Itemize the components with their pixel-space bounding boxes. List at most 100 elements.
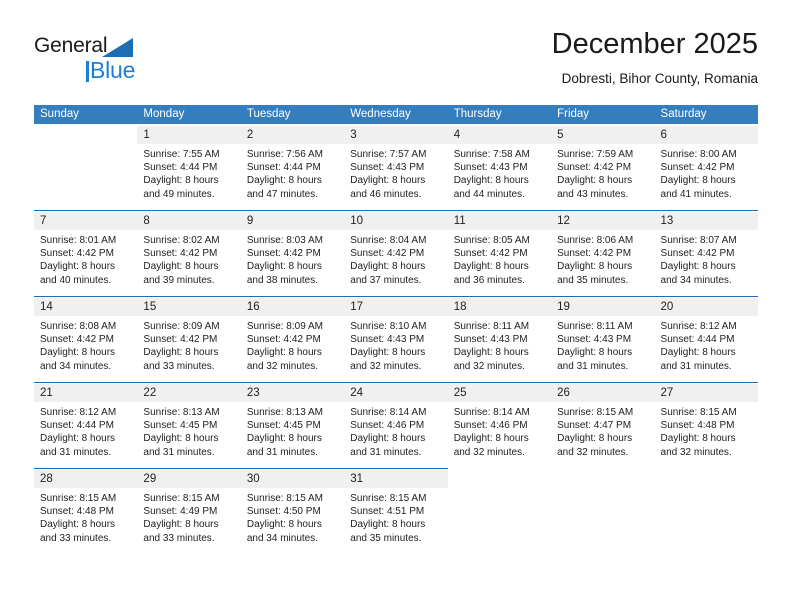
week-rule: [240, 382, 345, 383]
day-cell[interactable]: Sunrise: 8:02 AM Sunset: 4:42 PM Daylight:…: [137, 230, 240, 296]
day-number-row: 21 22 23 24 25 26 27: [34, 384, 758, 402]
day-cell[interactable]: Sunrise: 8:10 AM Sunset: 4:43 PM Daylight:…: [344, 316, 447, 382]
week-rule: [655, 124, 758, 125]
day-number[interactable]: 10: [344, 212, 448, 230]
day-number[interactable]: 11: [447, 212, 552, 230]
day-detail-line: Sunrise: 8:15 AM: [40, 493, 117, 504]
day-cell[interactable]: Sunrise: 8:14 AM Sunset: 4:46 PM Daylight:…: [344, 402, 447, 468]
day-detail-line: Daylight: 8 hours: [40, 519, 116, 531]
day-cell[interactable]: Sunrise: 8:15 AM Sunset: 4:51 PM Daylight:…: [344, 488, 447, 554]
day-cell[interactable]: Sunrise: 7:58 AM Sunset: 4:43 PM Daylight:…: [448, 144, 551, 210]
day-cell[interactable]: Sunrise: 8:15 AM Sunset: 4:49 PM Daylight:…: [137, 488, 240, 554]
day-number[interactable]: 16: [240, 298, 345, 316]
day-cell[interactable]: Sunrise: 8:09 AM Sunset: 4:42 PM Daylight:…: [137, 316, 240, 382]
day-cell[interactable]: Sunrise: 8:12 AM Sunset: 4:44 PM Daylight:…: [655, 316, 758, 382]
day-number[interactable]: 31: [344, 470, 448, 488]
day-cell[interactable]: Sunrise: 7:59 AM Sunset: 4:42 PM Daylight:…: [551, 144, 654, 210]
day-number[interactable]: 3: [344, 126, 448, 144]
day-number[interactable]: 6: [654, 126, 758, 144]
day-number[interactable]: 14: [34, 298, 138, 316]
day-number[interactable]: 8: [137, 212, 241, 230]
day-detail-line: and 34 minutes.: [246, 532, 319, 544]
day-detail-line: Sunset: 4:44 PM: [246, 162, 321, 174]
day-number[interactable]: 5: [551, 126, 655, 144]
day-cell[interactable]: Sunrise: 7:55 AM Sunset: 4:44 PM Daylight:…: [137, 144, 240, 210]
day-cell[interactable]: Sunrise: 8:11 AM Sunset: 4:43 PM Daylight:…: [551, 316, 654, 382]
day-detail-line: and 38 minutes.: [246, 274, 319, 286]
week-rule: [344, 468, 448, 469]
day-detail-line: Sunset: 4:43 PM: [453, 334, 528, 346]
page-title: December 2025: [551, 28, 758, 60]
day-number[interactable]: 28: [34, 470, 138, 488]
day-cell[interactable]: Sunrise: 8:05 AM Sunset: 4:42 PM Daylight:…: [448, 230, 551, 296]
day-cell[interactable]: Sunrise: 8:12 AM Sunset: 4:44 PM Daylight:…: [34, 402, 137, 468]
day-detail-line: and 34 minutes.: [40, 360, 112, 372]
day-cell[interactable]: Sunrise: 8:06 AM Sunset: 4:42 PM Daylight:…: [551, 230, 654, 296]
day-number[interactable]: 17: [344, 298, 448, 316]
day-detail-line: Sunrise: 7:58 AM: [453, 149, 530, 160]
day-detail-line: and 44 minutes.: [453, 188, 525, 200]
day-detail-line: Sunrise: 8:02 AM: [143, 235, 220, 246]
day-detail-line: and 43 minutes.: [557, 188, 629, 200]
calendar-page: General Blue December 2025 Dobresti, Bih…: [0, 0, 792, 612]
general-blue-logo[interactable]: General Blue: [34, 34, 194, 92]
week-rule: [344, 296, 448, 297]
day-cell[interactable]: Sunrise: 8:14 AM Sunset: 4:46 PM Daylight:…: [448, 402, 551, 468]
day-cell[interactable]: Sunrise: 8:09 AM Sunset: 4:42 PM Daylight:…: [241, 316, 344, 382]
day-number[interactable]: 27: [654, 384, 758, 402]
day-number[interactable]: 4: [447, 126, 552, 144]
day-cell[interactable]: Sunrise: 8:01 AM Sunset: 4:42 PM Daylight:…: [34, 230, 137, 296]
day-detail-line: Sunset: 4:42 PM: [453, 248, 528, 260]
day-detail-line: Daylight: 8 hours: [350, 175, 426, 187]
day-cell[interactable]: Sunrise: 8:13 AM Sunset: 4:45 PM Daylight:…: [241, 402, 344, 468]
day-number[interactable]: 1: [137, 126, 241, 144]
day-detail-line: Sunrise: 8:09 AM: [143, 321, 220, 332]
weekday-header-monday: Monday: [137, 105, 241, 124]
day-number[interactable]: 29: [137, 470, 241, 488]
day-detail-line: Sunset: 4:42 PM: [143, 334, 218, 346]
calendar-body: 1 2 3 4 5 6 Sunrise: 7:55 AM Sunset: 4:44 PM Day…: [34, 124, 758, 554]
day-cell[interactable]: Sunrise: 8:08 AM Sunset: 4:42 PM Daylight:…: [34, 316, 137, 382]
day-number[interactable]: 21: [34, 384, 138, 402]
day-number[interactable]: 7: [34, 212, 138, 230]
day-number[interactable]: 2: [240, 126, 345, 144]
day-detail-line: Sunset: 4:42 PM: [350, 248, 425, 260]
day-number[interactable]: 30: [240, 470, 345, 488]
day-number[interactable]: 12: [551, 212, 655, 230]
day-cell[interactable]: Sunrise: 8:13 AM Sunset: 4:45 PM Daylight:…: [137, 402, 240, 468]
day-cell[interactable]: Sunrise: 8:04 AM Sunset: 4:42 PM Daylight:…: [344, 230, 447, 296]
day-number[interactable]: 13: [654, 212, 758, 230]
day-number[interactable]: 9: [240, 212, 345, 230]
day-number-row: 28 29 30 31: [34, 470, 758, 488]
day-number[interactable]: 20: [654, 298, 758, 316]
day-cell[interactable]: Sunrise: 8:15 AM Sunset: 4:50 PM Daylight:…: [241, 488, 344, 554]
day-cell-empty: [34, 144, 137, 210]
day-number[interactable]: 18: [447, 298, 552, 316]
day-number[interactable]: 19: [551, 298, 655, 316]
day-cell[interactable]: Sunrise: 7:57 AM Sunset: 4:43 PM Daylight:…: [344, 144, 447, 210]
week-rule: [447, 210, 552, 211]
day-detail-line: Sunset: 4:46 PM: [453, 420, 528, 432]
day-cell[interactable]: Sunrise: 8:15 AM Sunset: 4:48 PM Daylight:…: [34, 488, 137, 554]
day-detail-line: Sunrise: 8:01 AM: [40, 235, 117, 246]
day-number[interactable]: 25: [447, 384, 552, 402]
day-number[interactable]: 15: [137, 298, 241, 316]
day-number[interactable]: 26: [551, 384, 655, 402]
page-header: General Blue December 2025 Dobresti, Bih…: [34, 26, 758, 98]
day-cell[interactable]: Sunrise: 7:56 AM Sunset: 4:44 PM Daylight:…: [241, 144, 344, 210]
day-cell[interactable]: Sunrise: 8:15 AM Sunset: 4:48 PM Daylight:…: [655, 402, 758, 468]
day-number[interactable]: 24: [344, 384, 448, 402]
day-detail-line: Daylight: 8 hours: [40, 433, 116, 445]
day-detail-line: Daylight: 8 hours: [453, 433, 529, 445]
day-number[interactable]: 22: [137, 384, 241, 402]
day-cell[interactable]: Sunrise: 8:00 AM Sunset: 4:42 PM Daylight:…: [655, 144, 758, 210]
day-cell[interactable]: Sunrise: 8:11 AM Sunset: 4:43 PM Daylight:…: [448, 316, 551, 382]
day-cell[interactable]: Sunrise: 8:07 AM Sunset: 4:42 PM Daylight:…: [655, 230, 758, 296]
day-detail-line: and 35 minutes.: [557, 274, 629, 286]
day-number[interactable]: 23: [240, 384, 345, 402]
week-rule: [344, 382, 448, 383]
week-rule: [344, 210, 448, 211]
day-cell[interactable]: Sunrise: 8:03 AM Sunset: 4:42 PM Daylight:…: [241, 230, 344, 296]
day-cell[interactable]: Sunrise: 8:15 AM Sunset: 4:47 PM Daylight:…: [551, 402, 654, 468]
day-detail-line: Daylight: 8 hours: [143, 347, 219, 359]
